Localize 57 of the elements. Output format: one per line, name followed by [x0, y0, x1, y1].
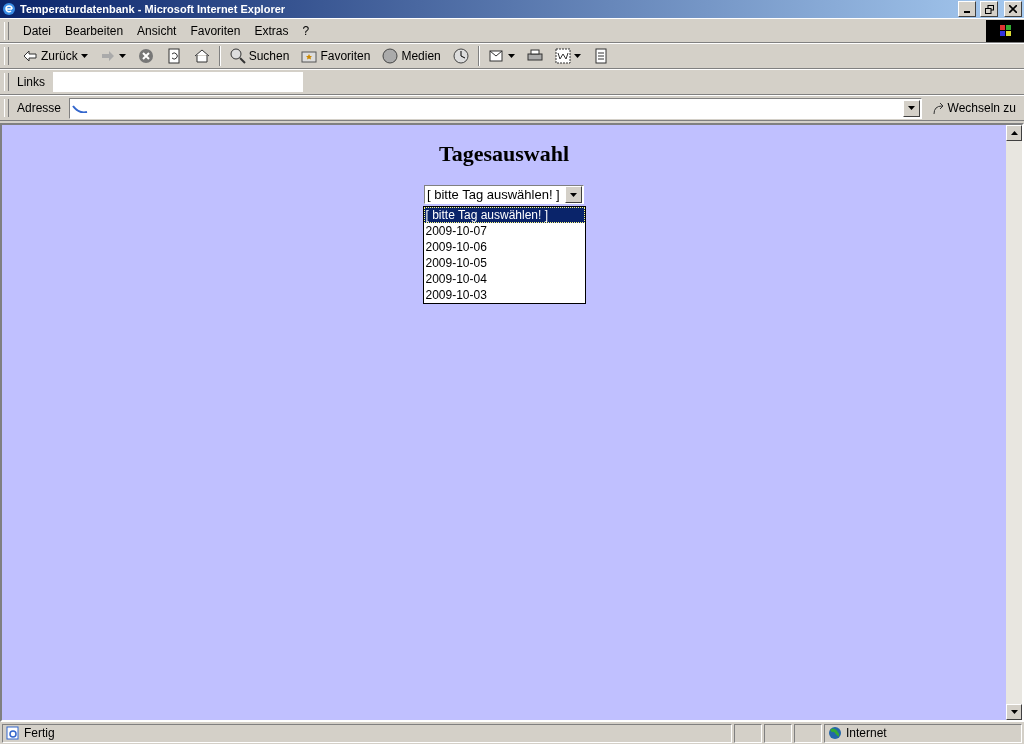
- caret-icon: [118, 54, 126, 58]
- close-button[interactable]: [1004, 1, 1022, 17]
- curved-arrow-icon: [931, 101, 946, 115]
- page-heading: Tagesauswahl: [439, 141, 569, 167]
- refresh-icon: [165, 48, 182, 64]
- status-text: Fertig: [24, 726, 55, 740]
- browser-e-icon: [2, 2, 16, 16]
- envelope-icon: [488, 48, 505, 64]
- toolbar-button[interactable]: Suchen: [224, 46, 295, 66]
- status-pane: [734, 723, 762, 743]
- windows-logo-icon: [986, 19, 1024, 42]
- address-label: Adresse: [17, 101, 62, 115]
- menu-item[interactable]: Datei: [17, 21, 57, 40]
- arrow-left-icon: [22, 48, 38, 64]
- page-e-icon: [6, 726, 20, 740]
- day-select[interactable]: [ bitte Tag auswählen! ]: [424, 185, 584, 204]
- dropdown-button[interactable]: [565, 186, 582, 203]
- address-field[interactable]: [69, 97, 922, 119]
- globe-icon: [828, 726, 842, 740]
- menu-item[interactable]: ?: [296, 21, 316, 40]
- document-w-icon: [554, 48, 571, 64]
- restore-icon: [984, 4, 994, 14]
- dropdown-option[interactable]: [ bitte Tag auswählen! ]: [423, 207, 585, 223]
- notepad-icon: [592, 48, 609, 64]
- down-arrow-icon: [1010, 710, 1018, 714]
- links-label: Links: [17, 75, 45, 89]
- caret-icon: [507, 54, 515, 58]
- go-button[interactable]: Wechseln zu: [923, 101, 1024, 115]
- toolbar-button[interactable]: Favoriten: [296, 46, 376, 66]
- close-icon: [1009, 5, 1017, 13]
- scroll-down-button[interactable]: [1006, 704, 1022, 720]
- caret-icon: [570, 192, 577, 197]
- printer-icon: [526, 48, 543, 64]
- window-title: Temperaturdatenbank - Microsoft Internet Explorer: [20, 3, 287, 15]
- minimize-button[interactable]: [958, 1, 976, 17]
- scrollbar[interactable]: [1006, 125, 1022, 720]
- menu-item[interactable]: Favoriten: [184, 21, 247, 40]
- toolbar-button[interactable]: Zurück: [17, 46, 93, 66]
- magnifier-icon: [229, 48, 246, 64]
- clock-icon: [452, 48, 469, 64]
- restore-button[interactable]: [980, 1, 998, 17]
- toolbar-button[interactable]: Medien: [377, 46, 446, 66]
- caret-icon: [80, 54, 88, 58]
- up-arrow-icon: [1010, 131, 1018, 135]
- home-icon: [193, 48, 210, 64]
- arrow-right-icon: [99, 48, 116, 64]
- status-pane: [764, 723, 792, 743]
- caret-icon: [573, 54, 581, 58]
- stop-icon: [137, 48, 154, 64]
- menu-item[interactable]: Bearbeiten: [59, 21, 130, 40]
- scroll-up-button[interactable]: [1006, 125, 1022, 141]
- caret-icon: [907, 106, 915, 110]
- zone-text: Internet: [846, 726, 887, 740]
- status-pane: [794, 723, 822, 743]
- menu-item[interactable]: Ansicht: [131, 21, 183, 40]
- dropdown-button[interactable]: [902, 99, 920, 117]
- menu-item[interactable]: Extras: [248, 21, 295, 40]
